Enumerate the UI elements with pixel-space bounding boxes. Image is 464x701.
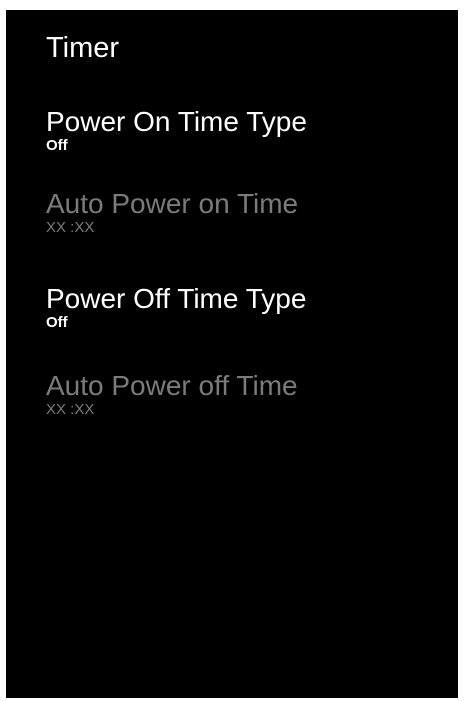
power-off-time-type-label: Power Off Time Type: [46, 283, 307, 314]
auto-power-off-time-label: Auto Power off Time: [46, 370, 298, 401]
auto-power-on-time-value: XX :XX: [46, 219, 95, 236]
auto-power-on-time-item: Auto Power on Time XX :XX: [46, 188, 446, 236]
power-on-time-type-item[interactable]: Power On Time Type Off: [46, 106, 446, 154]
auto-power-off-time-value: XX :XX: [46, 401, 95, 418]
auto-power-off-time-item: Auto Power off Time XX :XX: [46, 370, 446, 418]
power-off-time-type-item[interactable]: Power Off Time Type Off: [46, 283, 446, 331]
power-on-time-type-label: Power On Time Type: [46, 106, 307, 137]
power-on-time-type-value: Off: [46, 137, 68, 154]
power-off-time-type-value: Off: [46, 314, 68, 331]
timer-settings-panel: Timer Power On Time Type Off Auto Power …: [6, 10, 458, 698]
page-title: Timer: [46, 32, 120, 64]
auto-power-on-time-label: Auto Power on Time: [46, 188, 299, 219]
